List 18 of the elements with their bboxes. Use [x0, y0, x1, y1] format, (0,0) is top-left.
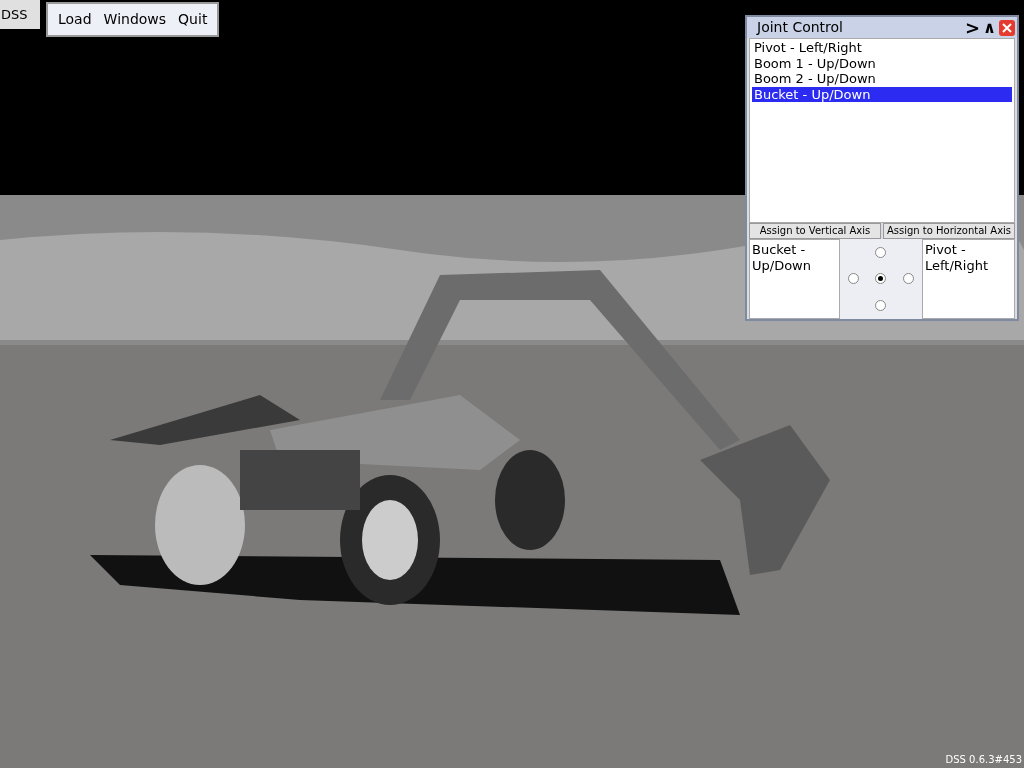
- joint-list-item[interactable]: Boom 2 - Up/Down: [752, 71, 1012, 87]
- horizontal-axis-label: Pivot - Left/Right: [925, 242, 990, 274]
- joint-list-item[interactable]: Boom 1 - Up/Down: [752, 55, 1012, 71]
- menu-item[interactable]: Windows: [99, 9, 171, 30]
- joint-list-item[interactable]: Bucket - Up/Down: [752, 86, 1012, 102]
- app-label: DSS: [0, 0, 40, 29]
- assign-axis-button[interactable]: Assign to Vertical Axis: [749, 223, 881, 239]
- vertical-axis-label: Bucket - Up/Down: [752, 242, 812, 274]
- next-button[interactable]: >: [964, 18, 980, 37]
- close-button[interactable]: [999, 19, 1015, 36]
- joystick-position[interactable]: [875, 273, 887, 285]
- assign-axis-button[interactable]: Assign to Horizontal Axis: [883, 223, 1015, 239]
- menu-item[interactable]: Quit: [174, 9, 212, 30]
- joint-list-item[interactable]: Pivot - Left/Right: [752, 40, 1012, 56]
- collapse-button[interactable]: ∧: [983, 19, 996, 36]
- menu-item[interactable]: Load: [54, 9, 96, 30]
- version-label: DSS 0.6.3#453: [945, 753, 1022, 767]
- window-title: Joint Control: [757, 18, 844, 37]
